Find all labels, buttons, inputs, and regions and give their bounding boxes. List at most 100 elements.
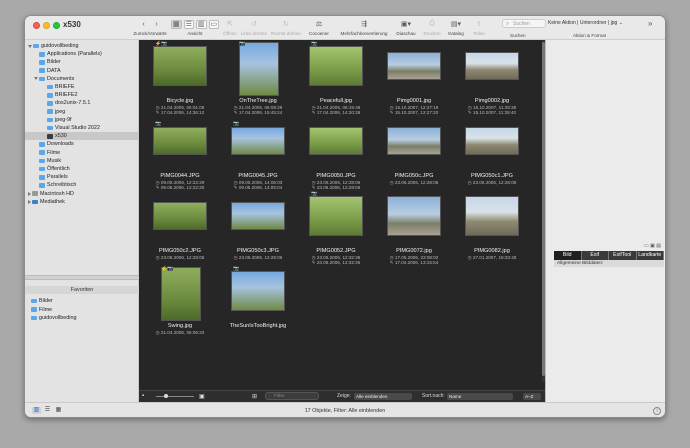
thumbnail-item[interactable]: 📷 PIMG0045.JPG ◷ 09.05.2006, 14:05:03 ✎ 09.… xyxy=(219,115,297,191)
thumbnail-image[interactable] xyxy=(231,127,285,155)
tree-item-home[interactable]: guidovollbeding xyxy=(25,42,139,50)
tree-item-bilder[interactable]: Bilder xyxy=(25,58,139,66)
tree-item-downloads[interactable]: Downloads xyxy=(25,140,139,148)
thumbnail-item[interactable]: PIMG0050.JPG ◷ 23.06.2006, 12:28:06 ✎ 23.0… xyxy=(297,115,375,191)
list-view-icon[interactable]: ☰ xyxy=(183,19,194,29)
zoom-button[interactable] xyxy=(53,22,60,29)
tree-item-mediathek[interactable]: Mediathek xyxy=(25,198,139,206)
thumbnail-image[interactable] xyxy=(239,42,279,96)
thumbnail-item[interactable]: ⚡📷 Bicycle.jpg ◷ 21.04.2005, 06:01:09 ✎ 17.… xyxy=(141,40,219,116)
sort-select[interactable]: Name xyxy=(447,393,513,400)
favorite-item-filme[interactable]: Filme xyxy=(31,307,52,313)
thumbnail-item[interactable]: PIMG050c1.JPG ◷ 23.06.2006, 12:28:06 xyxy=(453,115,531,191)
tree-item-musik[interactable]: Musik xyxy=(25,157,139,165)
thumbnail-image[interactable] xyxy=(465,52,519,80)
thumbnail-item[interactable]: PIMG050c2.JPG ◷ 23.06.2006, 12:28:06 xyxy=(141,190,219,266)
tree-item-jpeg[interactable]: jpeg xyxy=(25,108,139,116)
large-thumbnail-icon[interactable]: ▣ xyxy=(199,393,205,400)
catalog-button[interactable]: ▤▾ Katalog xyxy=(445,19,467,36)
tab-exiftool[interactable]: ExifTool xyxy=(609,251,637,260)
small-thumbnail-icon[interactable]: ▪ xyxy=(142,393,144,399)
thumbnail-item[interactable]: PIMG050c.JPG ◷ 23.06.2006, 12:28:06 xyxy=(375,115,453,191)
sidebar-splitter[interactable] xyxy=(25,275,139,280)
rotate-left-button[interactable]: ↺ Links drehen xyxy=(240,19,268,36)
disclosure-icon[interactable] xyxy=(28,44,32,48)
tree-item-applications[interactable]: Applications (Parallels) xyxy=(25,50,139,58)
slider-knob[interactable] xyxy=(164,394,168,398)
filter-options-icon[interactable]: ⊞ xyxy=(252,393,257,400)
print-button[interactable]: ⎙ Drucken xyxy=(421,19,443,36)
disclosure-icon[interactable] xyxy=(28,191,31,196)
sort-order-select[interactable]: A–Z xyxy=(523,393,541,400)
tree-item-dos2unix[interactable]: dos2unix-7.5.1 xyxy=(25,99,139,107)
info-icon[interactable]: i xyxy=(653,407,661,415)
tree-item-briefe[interactable]: BRIEFE xyxy=(25,83,139,91)
back-forward-group[interactable]: ‹ › Zurück/Vorwärts xyxy=(129,19,171,37)
thumbnail-item[interactable]: 📷 Peacefull.jpg ◷ 21.04.2005, 06:19:49 ✎ 17… xyxy=(297,40,375,116)
tree-item-briefe2[interactable]: BRIEFE2 xyxy=(25,91,139,99)
favorite-item-bilder[interactable]: Bilder xyxy=(31,298,53,304)
show-select[interactable]: Alle einblenden xyxy=(354,393,412,400)
thumbnail-image[interactable] xyxy=(309,196,363,236)
slideshow-button[interactable]: ▣▾ Diaschau xyxy=(393,19,419,36)
tree-item-visual-studio[interactable]: Visual Studio 2022 xyxy=(25,124,139,132)
thumbnail-image[interactable] xyxy=(231,202,285,230)
thumbnail-image[interactable] xyxy=(465,196,519,236)
forward-icon[interactable]: › xyxy=(151,20,162,29)
thumbnail-image[interactable] xyxy=(465,127,519,155)
filter-input[interactable]: Filter xyxy=(265,392,319,400)
thumbnail-image[interactable] xyxy=(153,202,207,230)
favorite-item-home[interactable]: guidovollbeding xyxy=(31,315,76,321)
action-format-select[interactable]: Keine Aktion | Unterordner | jpg ⌄ xyxy=(548,20,623,26)
thumbnail-image[interactable] xyxy=(309,46,363,86)
thumbnail-item[interactable]: PIMG050c3.JPG ◷ 23.06.2006, 12:28:06 xyxy=(219,190,297,266)
tree-item-jpeg9f[interactable]: jpeg-9f xyxy=(25,116,139,124)
thumbnail-image[interactable] xyxy=(387,52,441,80)
tree-item-macintosh-hd[interactable]: Macintosh HD xyxy=(25,190,139,198)
open-button[interactable]: ⇱ Öffnen xyxy=(221,19,239,36)
thumbnail-grid[interactable]: ⚡📷 Bicycle.jpg ◷ 21.04.2005, 06:01:09 ✎ 17.… xyxy=(139,40,545,390)
tree-item-x530[interactable]: x530 xyxy=(25,132,139,141)
thumbnail-image[interactable] xyxy=(153,46,207,86)
grid-view-icon[interactable]: ▦ xyxy=(171,19,182,29)
toolbar-overflow-icon[interactable]: » xyxy=(648,19,652,28)
search-input[interactable]: ⌕ Suchen xyxy=(502,19,546,28)
back-icon[interactable]: ‹ xyxy=(138,20,149,29)
rotate-right-button[interactable]: ↻ Rechts drehen xyxy=(270,19,302,36)
thumbnail-size-slider[interactable] xyxy=(156,394,194,398)
tab-bild[interactable]: Bild xyxy=(554,251,582,260)
minimize-button[interactable] xyxy=(43,22,50,29)
thumbnail-item[interactable]: 📷 PIMG0052.JPG ◷ 23.06.2006, 12:32:36 ✎ 23.… xyxy=(297,190,375,266)
tree-item-data[interactable]: DATA xyxy=(25,67,139,75)
tree-item-parallels[interactable]: Parallels xyxy=(25,173,139,181)
thumbnail-image[interactable] xyxy=(387,127,441,155)
close-button[interactable] xyxy=(33,22,40,29)
view-group[interactable]: ▦ ☰ ▥ ▭ Ansicht xyxy=(171,19,219,36)
tree-item-documents[interactable]: Documents xyxy=(25,75,139,83)
thumbnail-item[interactable]: Pimg0002.jpg ◷ 15.10.2007, 11:39:38 ✎ 15.1… xyxy=(453,40,531,116)
thumbnail-image[interactable] xyxy=(231,271,285,311)
thumbnail-image[interactable] xyxy=(153,127,207,155)
disclosure-icon[interactable] xyxy=(28,199,31,204)
thumbnail-item[interactable]: 📷 PIMG0044.JPG ◷ 09.05.2006, 12:22:29 ✎ 09.… xyxy=(141,115,219,191)
column-view-icon[interactable]: ▥ xyxy=(196,19,207,29)
tab-landkarte[interactable]: Landkarte xyxy=(636,251,664,260)
thumbnail-item[interactable]: 📷 TheSunIsTooBright.jpg xyxy=(219,265,297,341)
tree-item-filme[interactable]: Filme xyxy=(25,149,139,157)
preview-view-icon[interactable]: ▭ xyxy=(208,19,219,29)
tree-item-schreibtisch[interactable]: Schreibtisch xyxy=(25,181,139,189)
thumbnail-image[interactable] xyxy=(387,196,441,236)
share-button[interactable]: ⇧ Teilen xyxy=(469,19,489,36)
thumbnail-item[interactable]: PIMG0072.jpg ◷ 17.05.2006, 23:08:02 ✎ 17.0… xyxy=(375,190,453,266)
disclosure-icon[interactable] xyxy=(34,77,38,81)
thumbnail-item[interactable]: Pimg0001.jpg ◷ 15.10.2007, 12:27:19 ✎ 15.1… xyxy=(375,40,453,116)
tree-item-oeffentlich[interactable]: Öffentlich xyxy=(25,165,139,173)
thumbnail-image[interactable] xyxy=(309,127,363,155)
thumbnail-item[interactable]: ⚡📷 Swing.jpg ◷ 21.04.2005, 06:06:23 xyxy=(141,265,219,341)
batch-convert-button[interactable]: ⇶ Mehrfachkonvertierung xyxy=(337,19,391,36)
tab-exif[interactable]: Exif xyxy=(581,251,609,260)
thumbnail-image[interactable] xyxy=(161,267,201,321)
thumbnail-item[interactable]: 📷 OnTheTree.jpg ◷ 21.04.2005, 06:09:29 ✎ 17… xyxy=(219,40,297,116)
thumbnail-item[interactable]: PIMG0082.jpg ◷ 27.01.2007, 19:33:48 xyxy=(453,190,531,266)
cocoener-button[interactable]: ⚖ Cocoener xyxy=(305,19,333,36)
